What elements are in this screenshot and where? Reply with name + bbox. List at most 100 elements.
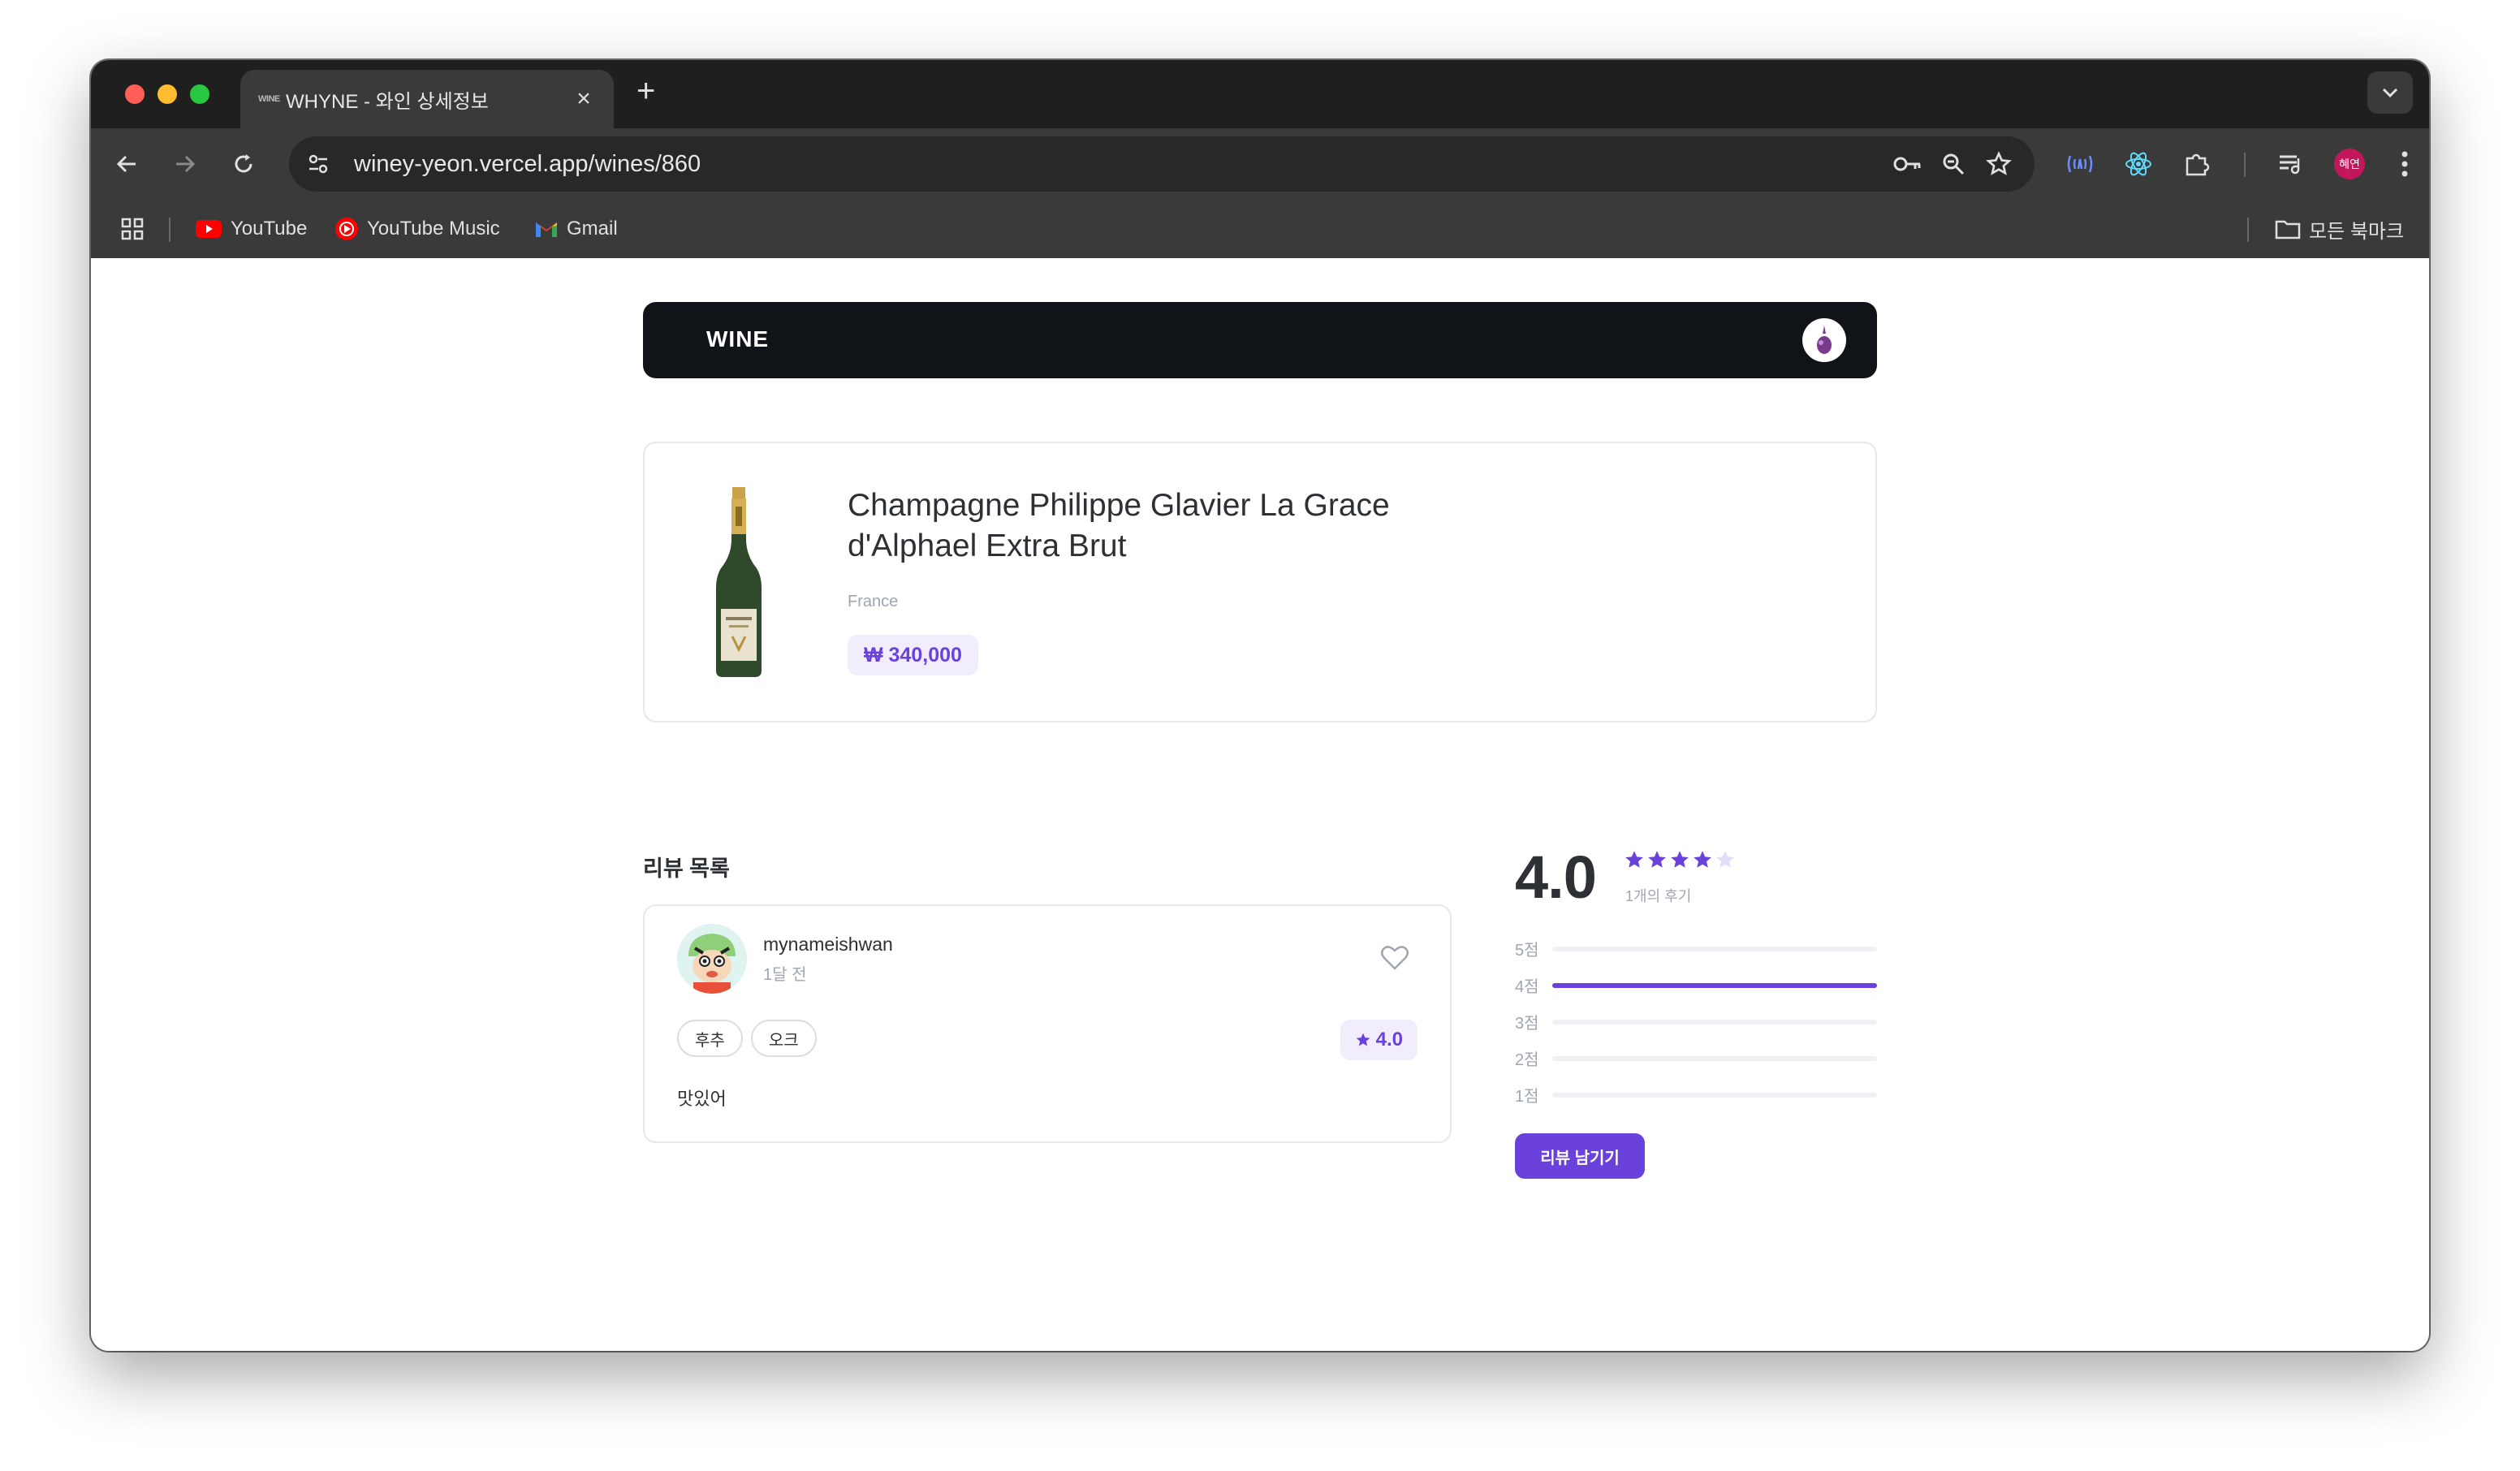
tab-title: WHYNE - 와인 상세정보	[286, 90, 489, 113]
extension-wave-icon[interactable]	[2060, 145, 2099, 183]
arrow-left-icon	[116, 155, 136, 173]
maximize-window-button[interactable]	[190, 84, 209, 104]
review-card: mynameishwan 1달 전 후추 오크 4.0 맛있어	[643, 904, 1452, 1143]
password-key-icon[interactable]	[1885, 141, 1931, 187]
bookmarks-separator	[2247, 218, 2249, 242]
apps-grid-icon	[121, 218, 144, 240]
wine-region: France	[848, 593, 899, 610]
distribution-row: 2점	[1515, 1040, 1877, 1076]
browser-tab[interactable]: WINE WHYNE - 와인 상세정보 ×	[240, 70, 614, 128]
distribution-row: 4점	[1515, 967, 1877, 1003]
minimize-window-button[interactable]	[158, 84, 177, 104]
star-filled-icon	[1624, 849, 1645, 874]
average-stars	[1624, 849, 1736, 874]
distribution-bar-fill	[1552, 982, 1877, 988]
review-rating-value: 4.0	[1375, 1029, 1403, 1050]
bookmark-label: YouTube	[231, 218, 308, 239]
star-filled-icon	[1669, 849, 1690, 874]
profile-button[interactable]: 혜연	[2330, 145, 2369, 183]
write-review-button[interactable]: 리뷰 남기기	[1515, 1133, 1645, 1179]
arrow-right-icon	[176, 155, 196, 173]
bookmark-youtube[interactable]: YouTube	[195, 214, 307, 244]
review-content: 맛있어	[677, 1089, 727, 1109]
tab-search-button[interactable]	[2367, 71, 2413, 114]
url-text[interactable]: winey-yeon.vercel.app/wines/860	[354, 151, 1885, 178]
review-tags: 후추 오크	[677, 1020, 817, 1057]
browser-toolbar: winey-yeon.vercel.app/wines/860 혜연	[91, 128, 2429, 200]
distribution-label: 2점	[1515, 1051, 1539, 1069]
distribution-bar-track	[1552, 1019, 1877, 1025]
gmail-icon	[534, 219, 559, 239]
site-header: WINE	[643, 302, 1877, 378]
star-icon	[1356, 1033, 1370, 1046]
web-page: WINE Champagne Philippe Glavier La Grace…	[91, 258, 2429, 1351]
site-logo[interactable]: WINE	[706, 326, 769, 352]
bookmark-youtube-music[interactable]: YouTube Music	[334, 214, 500, 244]
review-time: 1달 전	[763, 966, 807, 984]
rating-distribution: 5점 4점 3점 2점 1점	[1515, 930, 1877, 1113]
chevron-down-icon	[2382, 88, 2398, 98]
back-button[interactable]	[107, 145, 146, 183]
average-rating: 4.0	[1515, 843, 1597, 911]
like-button[interactable]	[1380, 943, 1409, 973]
extensions-puzzle-icon[interactable]	[2177, 145, 2216, 183]
bookmark-label: YouTube Music	[367, 218, 500, 239]
star-empty-icon	[1715, 849, 1736, 874]
folder-icon	[2275, 218, 2301, 239]
tab-favicon-icon: WINE	[258, 94, 280, 104]
zoom-icon[interactable]	[1931, 141, 1976, 187]
bookmark-gmail[interactable]: Gmail	[534, 214, 618, 244]
wine-bottle-image	[716, 487, 762, 677]
tab-bar: WINE WHYNE - 와인 상세정보 × +	[91, 60, 2429, 128]
distribution-label: 1점	[1515, 1088, 1539, 1106]
wine-name: Champagne Philippe Glavier La Grace d'Al…	[848, 488, 1390, 563]
distribution-label: 4점	[1515, 978, 1539, 996]
close-window-button[interactable]	[125, 84, 145, 104]
forward-button[interactable]	[166, 145, 205, 183]
youtube-icon	[195, 219, 222, 239]
heart-icon	[1381, 946, 1409, 970]
apps-grid-button[interactable]	[120, 214, 145, 244]
distribution-bar-track	[1552, 946, 1877, 951]
bookmark-star-icon[interactable]	[1976, 141, 2022, 187]
star-filled-icon	[1692, 849, 1713, 874]
bookmarks-bar: YouTube YouTube Music Gmail 모든 북마크	[91, 200, 2429, 258]
reviewer-name: mynameishwan	[763, 934, 893, 955]
new-tab-button[interactable]: +	[636, 75, 655, 107]
flavor-tag: 후추	[677, 1020, 743, 1057]
kebab-menu-icon	[2401, 151, 2408, 177]
reload-icon	[235, 154, 252, 173]
reviewer-avatar	[677, 924, 747, 994]
flavor-tag: 오크	[750, 1020, 817, 1057]
distribution-label: 5점	[1515, 942, 1539, 960]
all-bookmarks-button[interactable]: 모든 북마크	[2275, 214, 2404, 244]
price-badge: ₩ 340,000	[848, 635, 978, 675]
distribution-row: 3점	[1515, 1003, 1877, 1040]
distribution-bar-track	[1552, 982, 1877, 988]
distribution-bar-track	[1552, 1092, 1877, 1098]
bookmark-label: Gmail	[567, 218, 618, 239]
star-filled-icon	[1646, 849, 1668, 874]
wine-info-card: Champagne Philippe Glavier La Grace d'Al…	[643, 442, 1877, 723]
wine-glass-avatar-icon	[1817, 326, 1832, 354]
all-bookmarks-label: 모든 북마크	[2309, 220, 2405, 243]
site-info-icon[interactable]	[296, 141, 341, 187]
distribution-row: 1점	[1515, 1076, 1877, 1113]
address-bar[interactable]: winey-yeon.vercel.app/wines/860	[289, 136, 2035, 192]
review-count: 1개의 후기	[1625, 888, 1692, 904]
browser-window: WINE WHYNE - 와인 상세정보 × + winey-yeon.verc…	[91, 60, 2429, 1351]
review-list-title: 리뷰 목록	[643, 856, 730, 881]
reload-button[interactable]	[224, 145, 263, 183]
reading-list-icon[interactable]	[2272, 145, 2311, 183]
browser-menu-button[interactable]	[2385, 145, 2424, 183]
review-rating-badge: 4.0	[1340, 1020, 1418, 1060]
toolbar-separator	[2244, 153, 2246, 177]
user-avatar-button[interactable]	[1802, 318, 1846, 362]
react-devtools-icon[interactable]	[2119, 145, 2158, 183]
close-tab-icon[interactable]: ×	[572, 87, 596, 111]
distribution-bar-track	[1552, 1055, 1877, 1061]
bookmarks-separator	[169, 218, 170, 242]
profile-avatar: 혜연	[2334, 149, 2365, 179]
distribution-row: 5점	[1515, 930, 1877, 967]
youtube-music-icon	[334, 217, 359, 241]
